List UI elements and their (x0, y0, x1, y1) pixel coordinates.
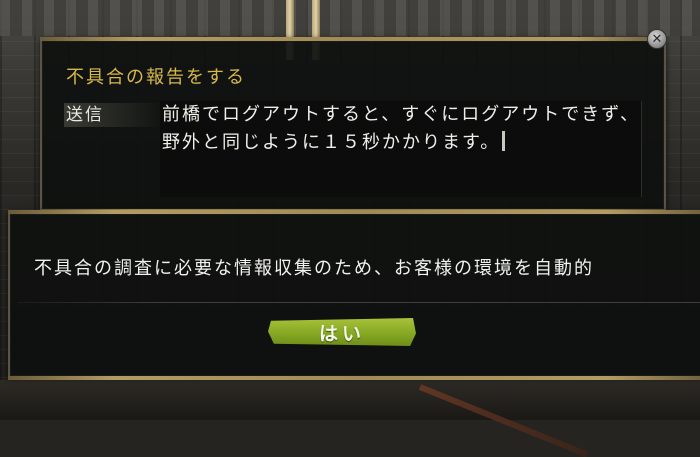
confirm-dialog: 不具合の調査に必要な情報収集のため、お客様の環境を自動的 はい (8, 210, 700, 380)
background-roof (0, 0, 700, 36)
bug-report-panel: 不具合の報告をする 送信 前橋でログアウトすると、すぐにログアウトできず、野外と… (40, 37, 666, 213)
send-label: 送信 (64, 103, 162, 127)
yes-button[interactable]: はい (268, 318, 416, 346)
background-ground (0, 380, 700, 420)
dialog-top-border (8, 210, 700, 214)
report-text-content: 前橋でログアウトすると、すぐにログアウトできず、野外と同じように１５秒かかります… (162, 104, 641, 153)
dialog-bottom-border (8, 376, 700, 380)
confirm-message: 不具合の調査に必要な情報収集のため、お客様の環境を自動的 (34, 258, 594, 279)
report-title: 不具合の報告をする (66, 67, 246, 88)
panel-top-border (40, 37, 666, 41)
text-caret (502, 131, 506, 151)
divider (18, 302, 700, 303)
close-icon[interactable]: ✕ (647, 29, 667, 49)
report-text-input[interactable]: 前橋でログアウトすると、すぐにログアウトできず、野外と同じように１５秒かかります… (160, 101, 642, 197)
